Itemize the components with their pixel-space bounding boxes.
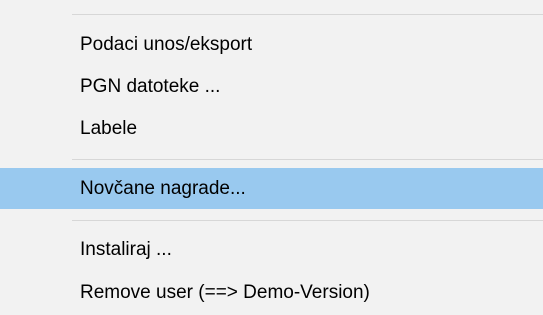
menu-separator-1	[72, 159, 543, 160]
menu-item-remove-user[interactable]: Remove user (==> Demo-Version)	[0, 272, 543, 313]
menu-item-labele[interactable]: Labele	[0, 108, 543, 149]
menu-item-podaci-unos-eksport[interactable]: Podaci unos/eksport	[0, 24, 543, 65]
menu-separator-2	[72, 220, 543, 221]
menu-item-pgn-datoteke[interactable]: PGN datoteke ...	[0, 66, 543, 107]
menu-separator-top	[72, 14, 543, 15]
context-menu: Podaci unos/eksport PGN datoteke ... Lab…	[0, 0, 543, 315]
menu-item-novcane-nagrade[interactable]: Novčane nagrade...	[0, 168, 543, 209]
menu-item-instaliraj[interactable]: Instaliraj ...	[0, 229, 543, 270]
